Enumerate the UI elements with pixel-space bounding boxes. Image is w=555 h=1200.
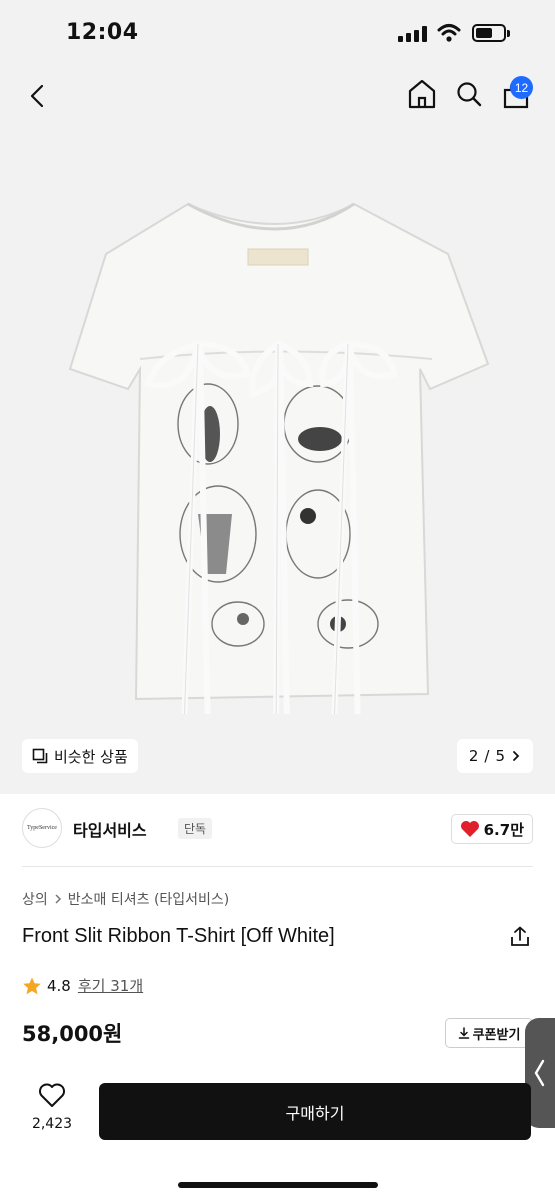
page-separator: / [484, 747, 490, 765]
brand-like-count: 6.7만 [483, 820, 524, 839]
signal-icon [398, 26, 428, 42]
heart-outline-icon [39, 1083, 65, 1107]
similar-products-label: 비슷한 상품 [54, 747, 128, 766]
status-time: 12:04 [66, 20, 139, 45]
price: 58,000원 [22, 1022, 123, 1046]
page-current: 2 [468, 747, 479, 765]
coupon-label: 쿠폰받기 [472, 1027, 521, 1043]
status-bar: 12:04 [0, 0, 555, 64]
rating-row: 4.8 후기 31개 [22, 975, 143, 996]
review-link[interactable]: 후기 31개 [78, 975, 143, 996]
wifi-icon [437, 24, 461, 42]
chevron-right-icon [55, 894, 61, 904]
rating-value: 4.8 [47, 976, 71, 995]
heart-icon [460, 821, 479, 837]
search-icon[interactable] [455, 80, 483, 108]
exclusive-badge: 단독 [178, 818, 213, 839]
breadcrumb-category[interactable]: 상의 [22, 889, 48, 909]
image-page-indicator[interactable]: 2 / 5 [456, 739, 533, 773]
chevron-left-icon [534, 1059, 545, 1087]
chevron-right-icon [513, 751, 520, 761]
breadcrumb: 상의 반소매 티셔츠 (타입서비스) [22, 889, 229, 909]
product-title: Front Slit Ribbon T-Shirt [Off White] [22, 925, 335, 947]
brand-like-button[interactable]: 6.7만 [450, 814, 533, 844]
product-like-button[interactable]: 2,423 [22, 1082, 82, 1132]
home-icon[interactable] [407, 78, 437, 110]
product-image [68, 202, 490, 714]
divider [22, 866, 533, 867]
breadcrumb-subcategory[interactable]: 반소매 티셔츠 (타입서비스) [68, 889, 230, 909]
share-icon[interactable] [509, 926, 531, 948]
brand-row[interactable]: TypeService 타입서비스 단독 6.7만 [22, 806, 533, 852]
back-icon[interactable] [24, 82, 52, 110]
similar-icon [32, 748, 48, 764]
download-icon [458, 1027, 469, 1039]
battery-icon [472, 24, 510, 42]
product-image-carousel[interactable]: 12 비슷한 상품 2 / 5 [0, 64, 555, 794]
similar-products-button[interactable]: 비슷한 상품 [22, 739, 138, 773]
page-total: 5 [495, 747, 505, 765]
brand-name[interactable]: 타입서비스 [73, 817, 147, 841]
cart-count-badge: 12 [510, 76, 533, 99]
home-indicator [178, 1182, 378, 1188]
product-like-count: 2,423 [31, 1116, 73, 1132]
coupon-button[interactable]: 쿠폰받기 [445, 1018, 533, 1048]
brand-logo[interactable]: TypeService [22, 808, 62, 848]
buy-button[interactable]: 구매하기 [99, 1083, 531, 1140]
star-icon [23, 977, 41, 994]
